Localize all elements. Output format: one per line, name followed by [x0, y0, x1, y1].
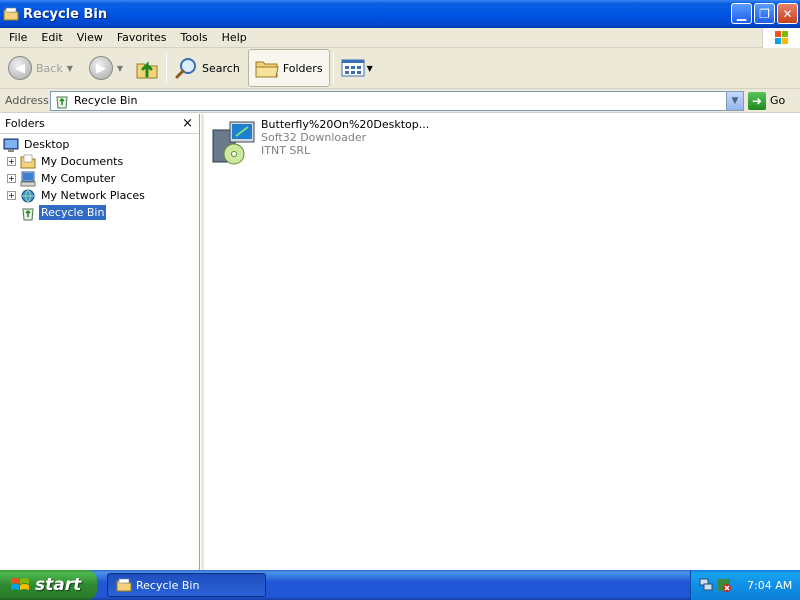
minimize-icon: ▁	[736, 6, 747, 21]
start-label: start	[35, 575, 82, 595]
search-icon	[175, 58, 197, 79]
window-title: Recycle Bin	[23, 6, 108, 22]
up-folder-icon	[136, 61, 158, 79]
tree-item-label: My Network Places	[41, 189, 145, 202]
address-bar: Address Recycle Bin ▼ ➜ Go	[0, 89, 800, 113]
recycle-bin-address-icon	[56, 96, 68, 108]
search-button[interactable]: Search	[170, 50, 244, 86]
network-tray-icon[interactable]	[699, 578, 713, 592]
menu-bar: File Edit View Favorites Tools Help	[0, 28, 800, 48]
views-button[interactable]: ▼	[337, 50, 377, 86]
toolbar: ◀ Back ▼ ▶ ▼ Search Folders ▼	[0, 48, 800, 89]
address-label: Address	[5, 94, 49, 107]
restore-button[interactable]: ❐	[754, 3, 775, 24]
title-bar[interactable]: Recycle Bin ▁ ❐ ✕	[0, 0, 800, 28]
desktop-icon	[3, 138, 19, 152]
expand-toggle[interactable]: +	[7, 174, 16, 183]
menu-tools[interactable]: Tools	[174, 31, 215, 44]
file-name: Butterfly%20On%20Desktop...	[261, 118, 430, 131]
tree-item-my-computer[interactable]: + My Computer	[0, 170, 199, 187]
go-button[interactable]: ➜ Go	[748, 91, 786, 110]
tree-item-my-documents[interactable]: + My Documents	[0, 153, 199, 170]
installer-icon	[212, 121, 255, 165]
taskbar: start Recycle Bin 7:04 AM	[0, 570, 800, 600]
up-folder-button[interactable]	[131, 50, 163, 86]
folders-pane-header: Folders ×	[0, 114, 199, 134]
back-arrow-icon: ◀	[8, 56, 32, 80]
file-company: ITNT SRL	[261, 144, 311, 157]
close-icon: ✕	[782, 6, 793, 21]
folders-button[interactable]: Folders	[247, 49, 330, 87]
network-places-icon	[21, 189, 35, 202]
search-label: Search	[202, 61, 240, 75]
back-label: Back	[36, 61, 63, 75]
go-label: Go	[770, 94, 786, 107]
menu-help[interactable]: Help	[215, 31, 254, 44]
folders-pane-close-button[interactable]: ×	[182, 116, 193, 131]
address-dropdown-button[interactable]: ▼	[726, 91, 743, 110]
tree-item-my-network-places[interactable]: + My Network Places	[0, 187, 199, 204]
close-button[interactable]: ✕	[777, 3, 798, 24]
my-documents-icon	[20, 154, 36, 168]
folder-icon	[116, 578, 132, 592]
menu-edit[interactable]: Edit	[34, 31, 69, 44]
recycle-bin-icon	[22, 208, 34, 220]
taskbar-item-recycle-bin[interactable]: Recycle Bin	[107, 573, 266, 597]
security-alert-tray-icon[interactable]	[717, 578, 731, 592]
windows-logo-icon	[762, 28, 800, 48]
recycle-bin-window-icon	[3, 7, 19, 21]
menu-view[interactable]: View	[70, 31, 110, 44]
tree-item-label: My Documents	[41, 155, 124, 168]
back-dropdown-icon[interactable]: ▼	[67, 64, 73, 73]
my-computer-icon	[20, 171, 36, 186]
forward-arrow-icon: ▶	[88, 56, 113, 80]
clock: 7:04 AM	[747, 578, 793, 592]
forward-dropdown-icon[interactable]: ▼	[117, 64, 123, 73]
taskbar-item-label: Recycle Bin	[136, 578, 200, 592]
expand-toggle[interactable]: +	[7, 157, 16, 166]
menu-favorites[interactable]: Favorites	[110, 31, 174, 44]
forward-button[interactable]: ▶ ▼	[85, 50, 127, 86]
file-description: Soft32 Downloader	[261, 131, 367, 144]
file-item[interactable]: Butterfly%20On%20Desktop... Soft32 Downl…	[210, 118, 429, 166]
folders-label: Folders	[282, 61, 323, 75]
system-tray: 7:04 AM	[690, 570, 800, 600]
folders-pane-title: Folders	[5, 117, 45, 130]
tree-item-label: Desktop	[24, 138, 70, 151]
folders-pane: Folders × Desktop + My Documents + My Co…	[0, 114, 200, 570]
tree-item-label: Recycle Bin	[39, 205, 107, 220]
chevron-down-icon: ▼	[731, 95, 739, 106]
expand-toggle[interactable]: +	[7, 191, 16, 200]
restore-icon: ❐	[759, 6, 770, 21]
address-field[interactable]: Recycle Bin ▼	[50, 90, 744, 111]
folder-tree: Desktop + My Documents + My Computer + M…	[0, 134, 199, 221]
menu-file[interactable]: File	[0, 31, 34, 44]
address-value: Recycle Bin	[74, 94, 138, 107]
toolbar-separator	[332, 53, 334, 83]
file-list-area: Butterfly%20On%20Desktop... Soft32 Downl…	[204, 114, 800, 570]
toolbar-separator	[166, 53, 168, 83]
folders-icon	[255, 61, 279, 78]
views-icon	[341, 59, 365, 77]
windows-flag-icon	[11, 578, 29, 590]
go-arrow-icon: ➜	[748, 91, 766, 110]
start-button[interactable]: start	[0, 570, 97, 600]
tree-item-recycle-bin[interactable]: Recycle Bin	[0, 204, 199, 221]
views-dropdown-icon[interactable]: ▼	[367, 64, 373, 73]
tree-item-desktop[interactable]: Desktop	[0, 136, 199, 153]
minimize-button[interactable]: ▁	[731, 3, 752, 24]
back-button[interactable]: ◀ Back ▼	[4, 50, 77, 86]
tree-item-label: My Computer	[41, 172, 116, 185]
